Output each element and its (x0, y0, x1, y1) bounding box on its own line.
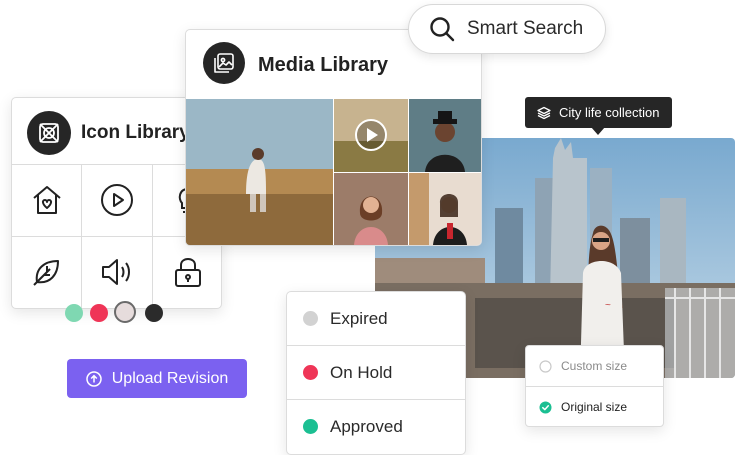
layers-icon (537, 106, 551, 119)
status-list-card: Expired On Hold Approved (286, 291, 466, 455)
icon-library-title: Icon Library (81, 122, 190, 143)
status-dot (303, 365, 318, 380)
search-icon (430, 17, 455, 42)
media-thumb-woman-red[interactable] (409, 173, 481, 245)
color-swatch-black[interactable] (145, 304, 163, 322)
media-library-title: Media Library (258, 54, 389, 76)
tooltip-arrow (591, 127, 605, 135)
status-option-approved[interactable]: Approved (287, 400, 465, 453)
grid-icon (27, 111, 71, 155)
radio-checked-icon (539, 401, 552, 413)
image-gallery-icon (203, 42, 245, 84)
lock-icon[interactable] (153, 237, 221, 307)
leaf-icon[interactable] (12, 237, 82, 307)
size-option-custom[interactable]: Custom size (526, 346, 663, 386)
size-selector-card: Custom size Original size (525, 345, 664, 427)
media-thumb-video[interactable] (334, 99, 408, 172)
upload-revision-button[interactable]: Upload Revision (67, 359, 247, 398)
smart-search-label: Smart Search (467, 18, 584, 39)
color-swatch-red[interactable] (90, 304, 108, 322)
size-option-label: Original size (561, 400, 628, 414)
status-dot (303, 419, 318, 434)
svg-text:~: ~ (605, 300, 611, 311)
status-label: On Hold (330, 362, 393, 382)
status-option-expired[interactable]: Expired (287, 292, 465, 345)
color-swatch-pink-selected[interactable] (114, 301, 136, 323)
media-library-card: Media Library (185, 29, 482, 246)
speaker-icon[interactable] (82, 237, 152, 307)
upload-revision-label: Upload Revision (111, 369, 229, 387)
status-dot (303, 311, 318, 326)
collection-tooltip: City life collection (525, 97, 672, 128)
size-option-label: Custom size (561, 359, 628, 373)
home-heart-icon[interactable] (12, 165, 82, 235)
upload-icon (85, 370, 102, 387)
radio-unchecked-icon (539, 359, 552, 373)
status-label: Expired (330, 308, 388, 328)
color-swatch-mint[interactable] (65, 304, 83, 322)
smart-search-input[interactable]: Smart Search (408, 4, 606, 54)
media-thumb-field[interactable] (186, 99, 333, 245)
status-label: Approved (330, 416, 403, 436)
tooltip-label: City life collection (559, 105, 660, 120)
play-circle-icon[interactable] (82, 165, 152, 235)
size-option-original[interactable]: Original size (526, 387, 663, 426)
status-option-on-hold[interactable]: On Hold (287, 346, 465, 399)
media-thumb-man[interactable] (409, 99, 481, 172)
media-thumb-woman-pink[interactable] (334, 173, 408, 245)
